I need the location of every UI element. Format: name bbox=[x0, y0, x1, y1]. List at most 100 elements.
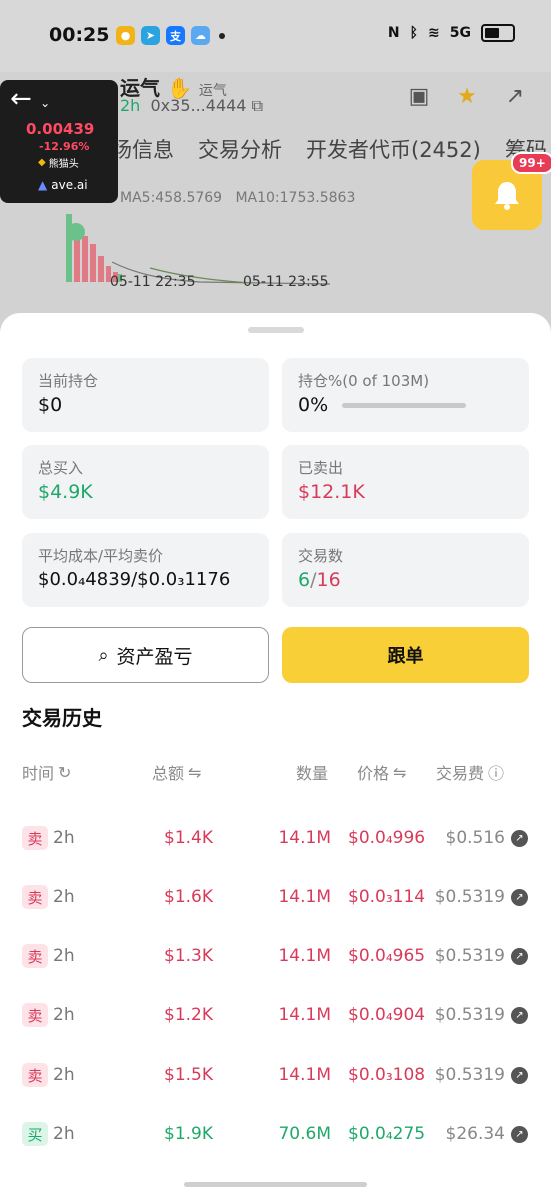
asset-pnl-label: 资产盈亏 bbox=[116, 645, 193, 668]
explorer-link-icon[interactable]: ↗ bbox=[511, 1126, 528, 1143]
token-meta: 2h 0x35...4444 ⧉ bbox=[120, 96, 264, 115]
trade-age: 2h bbox=[53, 887, 75, 907]
copy-trade-button[interactable]: 跟单 bbox=[282, 627, 529, 683]
float-source: ◆ 熊猫头 bbox=[38, 157, 79, 170]
side-badge: 卖 bbox=[22, 944, 48, 968]
explorer-link-icon[interactable]: ↗ bbox=[511, 830, 528, 847]
notification-badge: 99+ bbox=[511, 152, 551, 174]
chart-time-label: 05-11 22:35 bbox=[110, 274, 196, 290]
float-brand: ▲ ave.ai bbox=[38, 178, 88, 192]
trade-fee: $0.5319 bbox=[434, 1005, 505, 1025]
holding-pct-label: 持仓%(0 of 103M) bbox=[298, 372, 430, 390]
ave-logo-icon: ▲ bbox=[38, 178, 48, 192]
side-badge: 卖 bbox=[22, 1003, 48, 1027]
trade-qty: 14.1M bbox=[278, 946, 331, 966]
battery-icon bbox=[481, 24, 515, 42]
telegram-icon: ➤ bbox=[141, 26, 160, 45]
float-change: -12.96% bbox=[39, 140, 90, 153]
trade-fee: $0.5319 bbox=[434, 1065, 505, 1085]
stat-card-avg-price: 平均成本/平均卖价 $0.0₄4839/$0.0₃1176 bbox=[22, 533, 269, 607]
trade-total: $1.3K bbox=[164, 946, 213, 966]
more-notifications-dot bbox=[219, 33, 225, 39]
wallet-detail-sheet: 当前持仓 $0 持仓%(0 of 103M) 0% 总买入 $4.9K 已卖出 … bbox=[0, 313, 551, 1200]
trade-qty: 14.1M bbox=[278, 887, 331, 907]
explorer-link-icon[interactable]: ↗ bbox=[511, 889, 528, 906]
col-header-qty: 数量 bbox=[296, 764, 329, 783]
side-badge: 买 bbox=[22, 1122, 48, 1146]
trade-price: $0.0₄965 bbox=[348, 946, 426, 966]
status-app-icons: ● ➤ 支 ☁ bbox=[116, 26, 210, 45]
app-notification-icon: ● bbox=[116, 26, 135, 45]
weather-icon: ☁ bbox=[191, 26, 210, 45]
floating-price-widget[interactable]: ← ⌄ 0.00439 -12.96% ◆ 熊猫头 ▲ ave.ai bbox=[0, 80, 118, 203]
col-header-fee[interactable]: 交易费 ⓘ bbox=[436, 760, 504, 784]
col-header-total[interactable]: 总额 ⇋ bbox=[152, 760, 201, 784]
sort-icon[interactable]: ⇋ bbox=[393, 763, 406, 782]
explorer-link-icon[interactable]: ↗ bbox=[511, 1067, 528, 1084]
bnb-icon: ◆ bbox=[38, 157, 46, 168]
star-icon[interactable]: ★ bbox=[453, 82, 481, 110]
trade-row[interactable]: 卖 2h $1.3K 14.1M $0.0₄965 $0.5319 ↗ bbox=[0, 936, 551, 976]
status-time: 00:25 bbox=[49, 24, 110, 46]
stat-card-holding: 当前持仓 $0 bbox=[22, 358, 269, 432]
wifi-icon: ≋ bbox=[428, 25, 440, 41]
stat-card-trade-count: 交易数 6/16 bbox=[282, 533, 529, 607]
home-indicator[interactable] bbox=[184, 1182, 367, 1187]
explorer-link-icon[interactable]: ↗ bbox=[511, 1007, 528, 1024]
sort-icon[interactable]: ⇋ bbox=[188, 763, 201, 782]
total-buy-value: $4.9K bbox=[38, 481, 93, 503]
info-icon[interactable]: ⓘ bbox=[488, 760, 504, 784]
detail-tabs: 市场信息 交易分析 开发者代币(2452) 筹码 bbox=[90, 134, 547, 164]
col-header-time[interactable]: 时间 ↻ bbox=[22, 760, 71, 784]
total-buy-label: 总买入 bbox=[38, 459, 84, 477]
side-badge: 卖 bbox=[22, 826, 48, 850]
trade-row[interactable]: 卖 2h $1.2K 14.1M $0.0₄904 $0.5319 ↗ bbox=[0, 995, 551, 1035]
volume-bar bbox=[82, 236, 88, 282]
trade-history-title: 交易历史 bbox=[22, 706, 102, 730]
volume-bar bbox=[90, 244, 96, 282]
trade-price: $0.0₃108 bbox=[348, 1065, 426, 1085]
trade-price: $0.0₃114 bbox=[348, 887, 426, 907]
trade-count-value: 6/16 bbox=[298, 569, 341, 591]
sheet-drag-handle[interactable] bbox=[248, 327, 304, 333]
tab-developer-tokens[interactable]: 开发者代币(2452) bbox=[306, 134, 481, 164]
header-actions: ▣ ★ ↗ bbox=[405, 82, 529, 110]
copy-icon[interactable]: ⧉ bbox=[252, 96, 263, 115]
holding-progress-bar bbox=[342, 403, 466, 408]
trade-fee: $26.34 bbox=[445, 1124, 505, 1144]
nfc-icon: N bbox=[387, 25, 400, 41]
trade-total: $1.4K bbox=[164, 828, 213, 848]
trade-total: $1.9K bbox=[164, 1124, 213, 1144]
back-arrow-icon[interactable]: ← ⌄ bbox=[10, 84, 50, 114]
trade-age: 2h bbox=[53, 946, 75, 966]
col-header-price[interactable]: 价格 ⇋ bbox=[357, 760, 406, 784]
stat-card-sold: 已卖出 $12.1K bbox=[282, 445, 529, 519]
stat-card-total-buy: 总买入 $4.9K bbox=[22, 445, 269, 519]
explorer-link-icon[interactable]: ↗ bbox=[511, 948, 528, 965]
trade-row[interactable]: 卖 2h $1.6K 14.1M $0.0₃114 $0.5319 ↗ bbox=[0, 877, 551, 917]
trade-total: $1.2K bbox=[164, 1005, 213, 1025]
asset-pnl-button[interactable]: ⌕ 资产盈亏 bbox=[22, 627, 269, 683]
holding-label: 当前持仓 bbox=[38, 372, 99, 390]
time-toggle-icon[interactable]: ↻ bbox=[58, 763, 71, 782]
status-bar: 00:25 ● ➤ 支 ☁ N ᛒ ≋ 5G bbox=[0, 0, 551, 72]
share-icon[interactable]: ↗ bbox=[501, 82, 529, 110]
chart-eye-icon[interactable]: ▣ bbox=[405, 82, 433, 110]
alipay-icon: 支 bbox=[166, 26, 185, 45]
trade-price: $0.0₄904 bbox=[348, 1005, 426, 1025]
avg-price-value: $0.0₄4839/$0.0₃1176 bbox=[38, 569, 231, 590]
trade-row[interactable]: 卖 2h $1.4K 14.1M $0.0₄996 $0.516 ↗ bbox=[0, 818, 551, 858]
bell-icon bbox=[495, 182, 519, 210]
tab-trade-analysis[interactable]: 交易分析 bbox=[198, 134, 282, 164]
chart-time-label: 05-11 23:55 bbox=[243, 274, 329, 290]
sold-label: 已卖出 bbox=[298, 459, 344, 477]
trade-fee: $0.5319 bbox=[434, 946, 505, 966]
trade-row[interactable]: 卖 2h $1.5K 14.1M $0.0₃108 $0.5319 ↗ bbox=[0, 1055, 551, 1095]
trade-row[interactable]: 买 2h $1.9K 70.6M $0.0₄275 $26.34 ↗ bbox=[0, 1114, 551, 1154]
trade-total: $1.6K bbox=[164, 887, 213, 907]
trade-age: 2h bbox=[53, 1005, 75, 1025]
trade-qty: 70.6M bbox=[278, 1124, 331, 1144]
status-indicators: N ᛒ ≋ 5G bbox=[388, 24, 515, 42]
holding-pct-value: 0% bbox=[298, 394, 329, 416]
trade-fee: $0.516 bbox=[445, 828, 505, 848]
